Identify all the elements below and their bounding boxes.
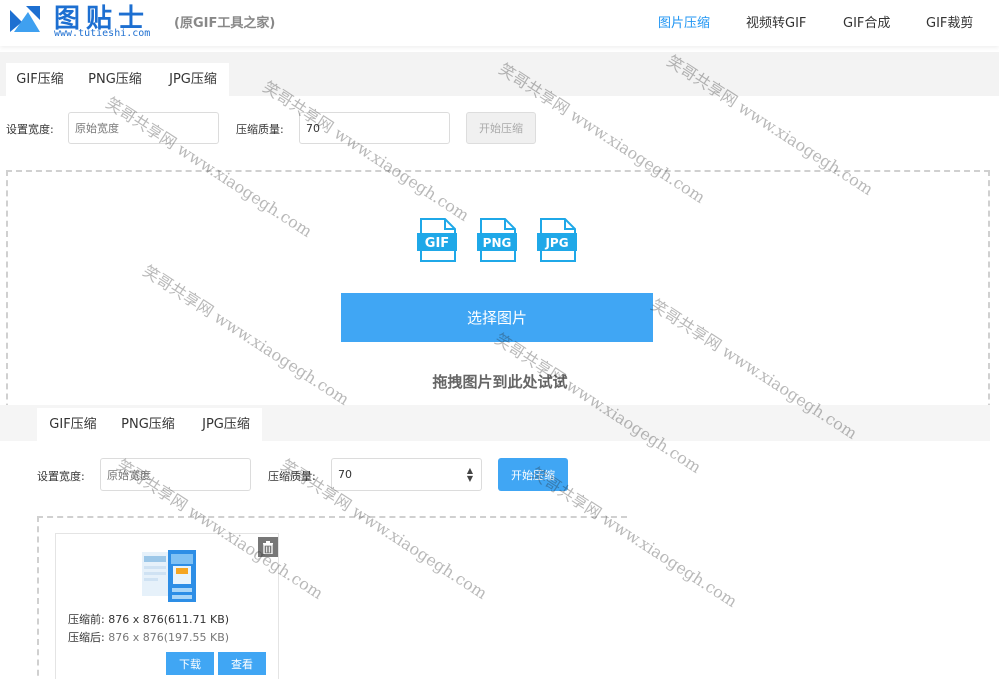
quality-select[interactable]: 70 ▲ ▼ — [331, 458, 482, 491]
start-compress-button[interactable]: 开始压缩 — [466, 112, 536, 144]
image-thumbnail[interactable] — [140, 548, 198, 604]
quality-label: 压缩质量: — [236, 123, 284, 136]
before-value: 876 x 876(611.71 KB) — [108, 613, 230, 626]
tab-png-compress[interactable]: PNG压缩 — [84, 64, 146, 96]
gif-file-icon: GIF — [417, 218, 457, 262]
result-card: 压缩前: 876 x 876(611.71 KB) 压缩后: 876 x 876… — [55, 533, 279, 679]
tab-jpg-compress[interactable]: JPG压缩 — [163, 64, 223, 96]
after-label: 压缩后: — [68, 631, 105, 644]
before-info: 压缩前: 876 x 876(611.71 KB) — [68, 611, 229, 627]
page: 图贴士 www.tutieshi.com (原GIF工具之家) 图片压缩 视频转… — [0, 0, 999, 679]
drag-hint: 拖拽图片到此处试试 — [432, 373, 568, 391]
width-label: 设置宽度: — [6, 123, 54, 136]
quality-label-2: 压缩质量: — [268, 470, 316, 483]
logo-icon — [10, 6, 40, 32]
tab-jpg-compress-2[interactable]: JPG压缩 — [196, 409, 256, 441]
logo-url: www.tutieshi.com — [54, 28, 151, 39]
trash-icon[interactable] — [258, 537, 278, 557]
quality-value: 70 — [306, 121, 320, 135]
download-button[interactable]: 下载 — [166, 652, 214, 675]
select-image-button[interactable]: 选择图片 — [341, 293, 653, 342]
top-header: 图贴士 www.tutieshi.com (原GIF工具之家) 图片压缩 视频转… — [0, 0, 999, 46]
logo-subtitle: (原GIF工具之家) — [174, 16, 276, 31]
jpg-file-icon: JPG — [537, 218, 577, 262]
before-label: 压缩前: — [68, 613, 105, 626]
quality-value-2: 70 — [338, 468, 352, 481]
after-info: 压缩后: 876 x 876(197.55 KB) — [68, 629, 229, 645]
nav-gif-compose[interactable]: GIF合成 — [843, 12, 890, 31]
tab-gif-compress-2[interactable]: GIF压缩 — [44, 409, 102, 441]
nav-gif-crop[interactable]: GIF裁剪 — [926, 12, 973, 31]
tab-png-compress-2[interactable]: PNG压缩 — [117, 409, 179, 441]
result-panel: GIF压缩 PNG压缩 JPG压缩 设置宽度: 原始宽度 压缩质量: 70 ▲ ▼… — [0, 405, 999, 679]
width-label-2: 设置宽度: — [37, 470, 85, 483]
width-input-2[interactable]: 原始宽度 — [100, 458, 251, 491]
nav-image-compress[interactable]: 图片压缩 — [658, 12, 710, 31]
spinner-icon[interactable]: ▲ ▼ — [467, 467, 473, 483]
after-value: 876 x 876(197.55 KB) — [108, 631, 230, 644]
width-input[interactable]: 原始宽度 — [68, 112, 219, 144]
tab-gif-compress[interactable]: GIF压缩 — [12, 64, 68, 96]
quality-input[interactable]: 70 — [299, 112, 450, 144]
svg-text:JPG: JPG — [544, 236, 568, 250]
width-placeholder-2: 原始宽度 — [107, 468, 151, 482]
png-file-icon: PNG — [477, 218, 517, 262]
svg-text:GIF: GIF — [425, 236, 449, 251]
view-button[interactable]: 查看 — [218, 652, 266, 675]
start-compress-button-2[interactable]: 开始压缩 — [498, 458, 568, 491]
width-placeholder: 原始宽度 — [75, 122, 119, 135]
nav-video-to-gif[interactable]: 视频转GIF — [746, 12, 806, 31]
svg-text:PNG: PNG — [483, 236, 512, 250]
